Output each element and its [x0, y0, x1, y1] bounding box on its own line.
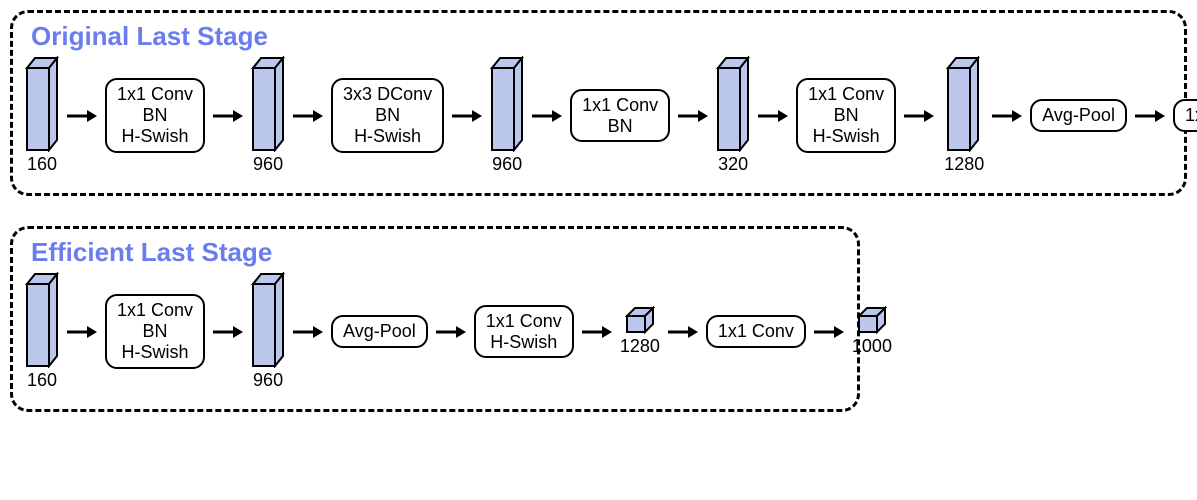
efficient-stage-title: Efficient Last Stage	[31, 237, 845, 268]
arrow-icon	[452, 106, 482, 126]
small-cuboid-icon	[625, 306, 655, 334]
op-label: Avg-Pool	[1042, 105, 1115, 125]
tensor-960: 960	[251, 56, 285, 175]
tensor-1280: 1280	[620, 306, 660, 357]
arrow-icon	[1135, 106, 1165, 126]
efficient-flow: 160 1x1 ConvBNH-Swish 960 Avg-Pool 1x1 C…	[25, 272, 845, 391]
arrow-icon	[293, 322, 323, 342]
efficient-stage-panel: Efficient Last Stage 160 1x1 ConvBNH-Swi…	[10, 226, 860, 412]
cuboid-icon	[946, 56, 980, 152]
arrow-icon	[678, 106, 708, 126]
original-stage-panel: Original Last Stage 160 1x1 ConvBNH-Swis…	[10, 10, 1187, 196]
op-label: 1x1 ConvBNH-Swish	[117, 84, 193, 145]
cuboid-icon	[251, 56, 285, 152]
channel-label: 960	[251, 154, 283, 175]
op-avgpool: Avg-Pool	[1030, 99, 1127, 132]
op-conv1x1-hswish: 1x1 ConvH-Swish	[474, 305, 574, 358]
channel-label: 960	[490, 154, 522, 175]
small-cuboid-icon	[857, 306, 887, 334]
channel-label: 160	[25, 370, 57, 391]
op-conv1x1: 1x1 Conv	[1173, 99, 1197, 132]
op-label: 3x3 DConvBNH-Swish	[343, 84, 432, 145]
channel-label: 160	[25, 154, 57, 175]
tensor-320: 320	[716, 56, 750, 175]
op-label: 1x1 ConvBN	[582, 95, 658, 136]
op-label: Avg-Pool	[343, 321, 416, 341]
tensor-160: 160	[25, 272, 59, 391]
op-label: 1x1 ConvBNH-Swish	[808, 84, 884, 145]
tensor-960: 960	[251, 272, 285, 391]
arrow-icon	[814, 322, 844, 342]
tensor-1000: 1000	[852, 306, 892, 357]
channel-label: 1280	[942, 154, 984, 175]
arrow-icon	[67, 322, 97, 342]
op-label: 1x1 ConvBNH-Swish	[117, 300, 193, 361]
op-label: 1x1 Conv	[1185, 105, 1197, 125]
op-label: 1x1 Conv	[718, 321, 794, 341]
arrow-icon	[904, 106, 934, 126]
cuboid-icon	[251, 272, 285, 368]
op-dconv3x3-bn-hswish: 3x3 DConvBNH-Swish	[331, 78, 444, 152]
original-flow: 160 1x1 ConvBNH-Swish 960 3x3 DConvBNH-S…	[25, 56, 1172, 175]
channel-label: 1000	[852, 336, 892, 357]
cuboid-icon	[25, 272, 59, 368]
tensor-1280: 1280	[942, 56, 984, 175]
op-conv1x1-bn-hswish: 1x1 ConvBNH-Swish	[105, 78, 205, 152]
op-conv1x1-bn-hswish: 1x1 ConvBNH-Swish	[105, 294, 205, 368]
arrow-icon	[582, 322, 612, 342]
channel-label: 1280	[620, 336, 660, 357]
arrow-icon	[293, 106, 323, 126]
arrow-icon	[532, 106, 562, 126]
arrow-icon	[758, 106, 788, 126]
op-label: 1x1 ConvH-Swish	[486, 311, 562, 352]
op-conv1x1-bn-hswish-b: 1x1 ConvBNH-Swish	[796, 78, 896, 152]
cuboid-icon	[25, 56, 59, 152]
arrow-icon	[213, 322, 243, 342]
op-avgpool: Avg-Pool	[331, 315, 428, 348]
arrow-icon	[67, 106, 97, 126]
tensor-960-b: 960	[490, 56, 524, 175]
arrow-icon	[668, 322, 698, 342]
cuboid-icon	[716, 56, 750, 152]
original-stage-title: Original Last Stage	[31, 21, 1172, 52]
channel-label: 960	[251, 370, 283, 391]
arrow-icon	[436, 322, 466, 342]
cuboid-icon	[490, 56, 524, 152]
channel-label: 320	[716, 154, 748, 175]
op-conv1x1-bn: 1x1 ConvBN	[570, 89, 670, 142]
op-conv1x1: 1x1 Conv	[706, 315, 806, 348]
arrow-icon	[992, 106, 1022, 126]
arrow-icon	[213, 106, 243, 126]
tensor-160: 160	[25, 56, 59, 175]
